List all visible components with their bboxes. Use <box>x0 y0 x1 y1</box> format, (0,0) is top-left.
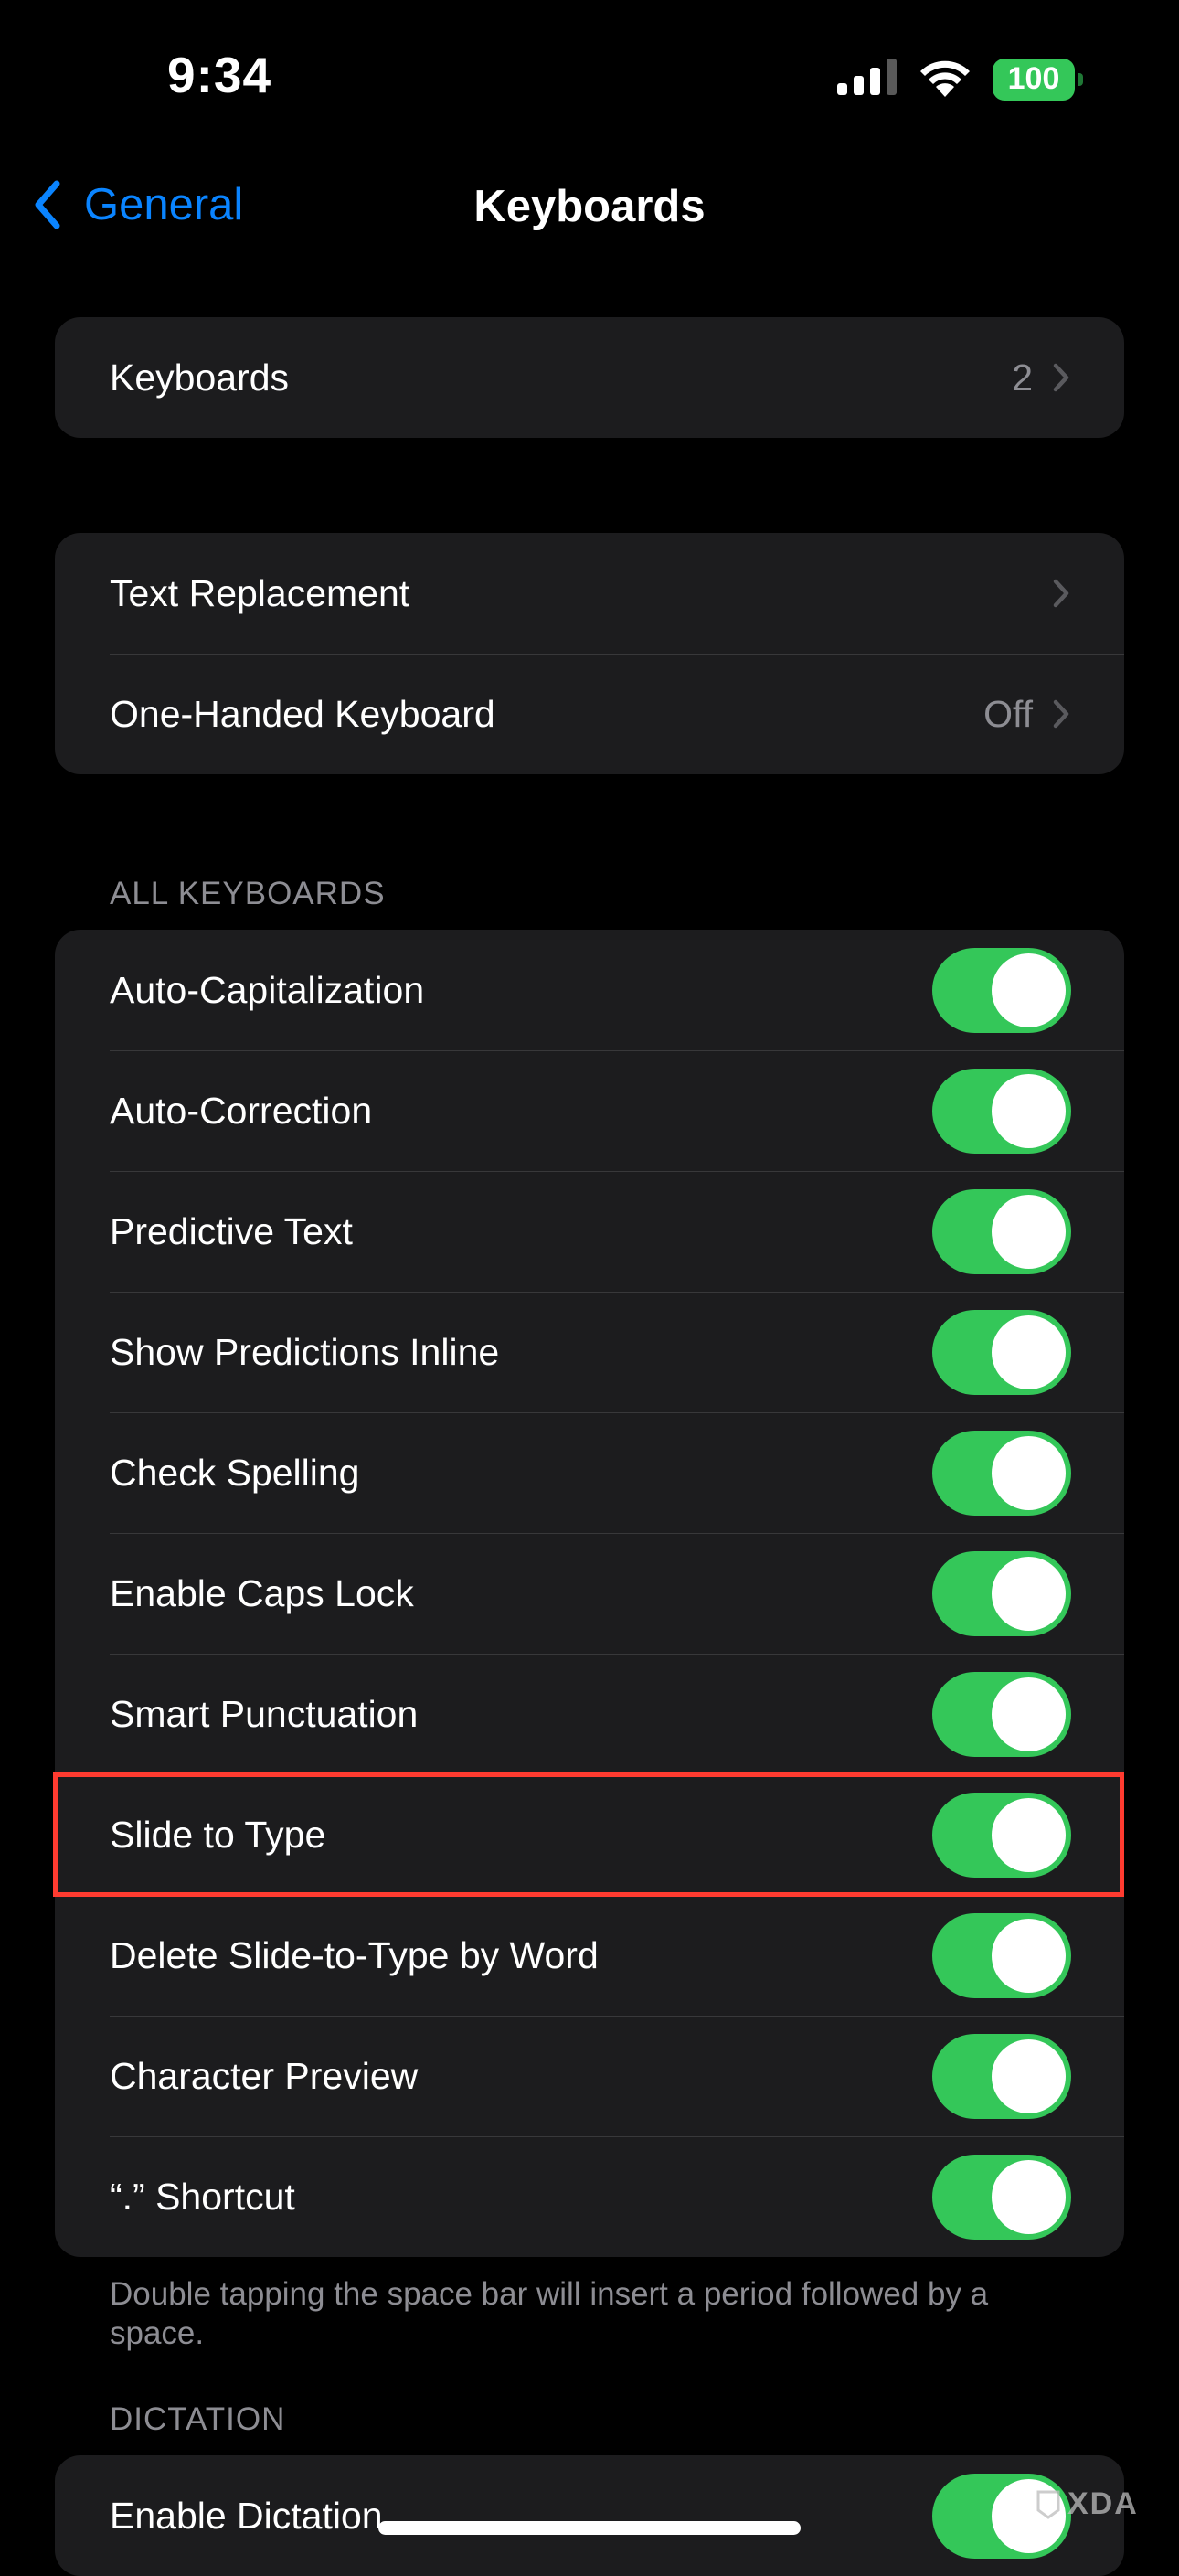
character-preview-label: Character Preview <box>110 2054 419 2097</box>
predictive-text-label: Predictive Text <box>110 1209 353 1252</box>
toggle-knob <box>992 1435 1066 1510</box>
smart-punctuation-row: Smart Punctuation <box>55 1654 1124 1774</box>
delete-slide-to-type-label: Delete Slide-to-Type by Word <box>110 1933 599 1976</box>
toggle-knob <box>992 2038 1066 2113</box>
toggle-knob <box>992 2159 1066 2234</box>
keyboards-group: Keyboards 2 <box>55 317 1124 438</box>
enable-caps-lock-toggle[interactable] <box>932 1550 1071 1636</box>
dictation-group: Enable Dictation <box>55 2455 1124 2576</box>
text-replacement-label: Text Replacement <box>110 571 410 614</box>
text-replacement-row[interactable]: Text Replacement <box>55 533 1124 654</box>
text-options-group: Text Replacement One-Handed Keyboard Off <box>55 533 1124 774</box>
period-shortcut-label: “.” Shortcut <box>110 2175 295 2218</box>
show-predictions-inline-row: Show Predictions Inline <box>55 1292 1124 1412</box>
auto-capitalization-toggle[interactable] <box>932 947 1071 1033</box>
slide-to-type-toggle[interactable] <box>932 1792 1071 1878</box>
character-preview-toggle[interactable] <box>932 2033 1071 2119</box>
status-indicators: 100 <box>837 57 1083 101</box>
slide-to-type-row: Slide to Type <box>55 1774 1124 1895</box>
chevron-right-icon <box>1053 699 1069 729</box>
auto-correction-label: Auto-Correction <box>110 1089 373 1132</box>
cellular-signal-icon <box>837 59 898 100</box>
keyboards-row[interactable]: Keyboards 2 <box>55 317 1124 438</box>
watermark-text: XDA <box>1067 2486 1139 2521</box>
toggle-knob <box>992 953 1066 1027</box>
check-spelling-toggle[interactable] <box>932 1430 1071 1516</box>
check-spelling-row: Check Spelling <box>55 1412 1124 1533</box>
show-predictions-inline-toggle[interactable] <box>932 1309 1071 1395</box>
toggle-knob <box>992 1073 1066 1148</box>
one-handed-keyboard-value: Off <box>983 692 1033 735</box>
delete-slide-to-type-toggle[interactable] <box>932 1912 1071 1998</box>
toggle-knob <box>992 1918 1066 1993</box>
page-title: Keyboards <box>473 182 706 231</box>
toggle-knob <box>992 1315 1066 1389</box>
home-indicator[interactable] <box>378 2521 801 2535</box>
keyboards-count: 2 <box>1012 356 1033 399</box>
enable-caps-lock-label: Enable Caps Lock <box>110 1571 414 1614</box>
auto-capitalization-row: Auto-Capitalization <box>55 930 1124 1050</box>
period-shortcut-row: “.” Shortcut <box>55 2136 1124 2257</box>
period-shortcut-toggle[interactable] <box>932 2154 1071 2240</box>
toggle-knob <box>992 1797 1066 1872</box>
dictation-header: DICTATION <box>110 2401 286 2437</box>
xda-logo-icon <box>1036 2490 1060 2519</box>
enable-caps-lock-row: Enable Caps Lock <box>55 1533 1124 1654</box>
delete-slide-to-type-row: Delete Slide-to-Type by Word <box>55 1895 1124 2016</box>
chevron-right-icon <box>1053 363 1069 392</box>
one-handed-keyboard-row[interactable]: One-Handed Keyboard Off <box>55 654 1124 774</box>
chevron-right-icon <box>1053 579 1069 608</box>
predictive-text-row: Predictive Text <box>55 1171 1124 1292</box>
toggle-knob <box>992 1677 1066 1751</box>
wifi-icon <box>918 57 972 101</box>
one-handed-keyboard-label: One-Handed Keyboard <box>110 692 495 735</box>
smart-punctuation-label: Smart Punctuation <box>110 1692 419 1735</box>
enable-dictation-row: Enable Dictation <box>55 2455 1124 2576</box>
keyboards-label: Keyboards <box>110 356 290 399</box>
auto-correction-toggle[interactable] <box>932 1068 1071 1154</box>
all-keyboards-header: ALL KEYBOARDS <box>110 876 386 911</box>
toggle-knob <box>992 1556 1066 1631</box>
period-shortcut-footer: Double tapping the space bar will insert… <box>110 2276 989 2351</box>
auto-capitalization-label: Auto-Capitalization <box>110 968 425 1011</box>
xda-watermark: XDA <box>1035 2486 1139 2522</box>
smart-punctuation-toggle[interactable] <box>932 1671 1071 1757</box>
toggle-knob <box>992 1194 1066 1269</box>
status-time: 9:34 <box>167 47 272 103</box>
all-keyboards-group: Auto-Capitalization Auto-Correction Pred… <box>55 930 1124 2257</box>
check-spelling-label: Check Spelling <box>110 1451 360 1494</box>
show-predictions-inline-label: Show Predictions Inline <box>110 1330 500 1373</box>
slide-to-type-label: Slide to Type <box>110 1813 326 1856</box>
battery-icon: 100 <box>993 58 1083 101</box>
character-preview-row: Character Preview <box>55 2016 1124 2136</box>
auto-correction-row: Auto-Correction <box>55 1050 1124 1171</box>
predictive-text-toggle[interactable] <box>932 1188 1071 1274</box>
battery-level: 100 <box>1007 61 1060 96</box>
